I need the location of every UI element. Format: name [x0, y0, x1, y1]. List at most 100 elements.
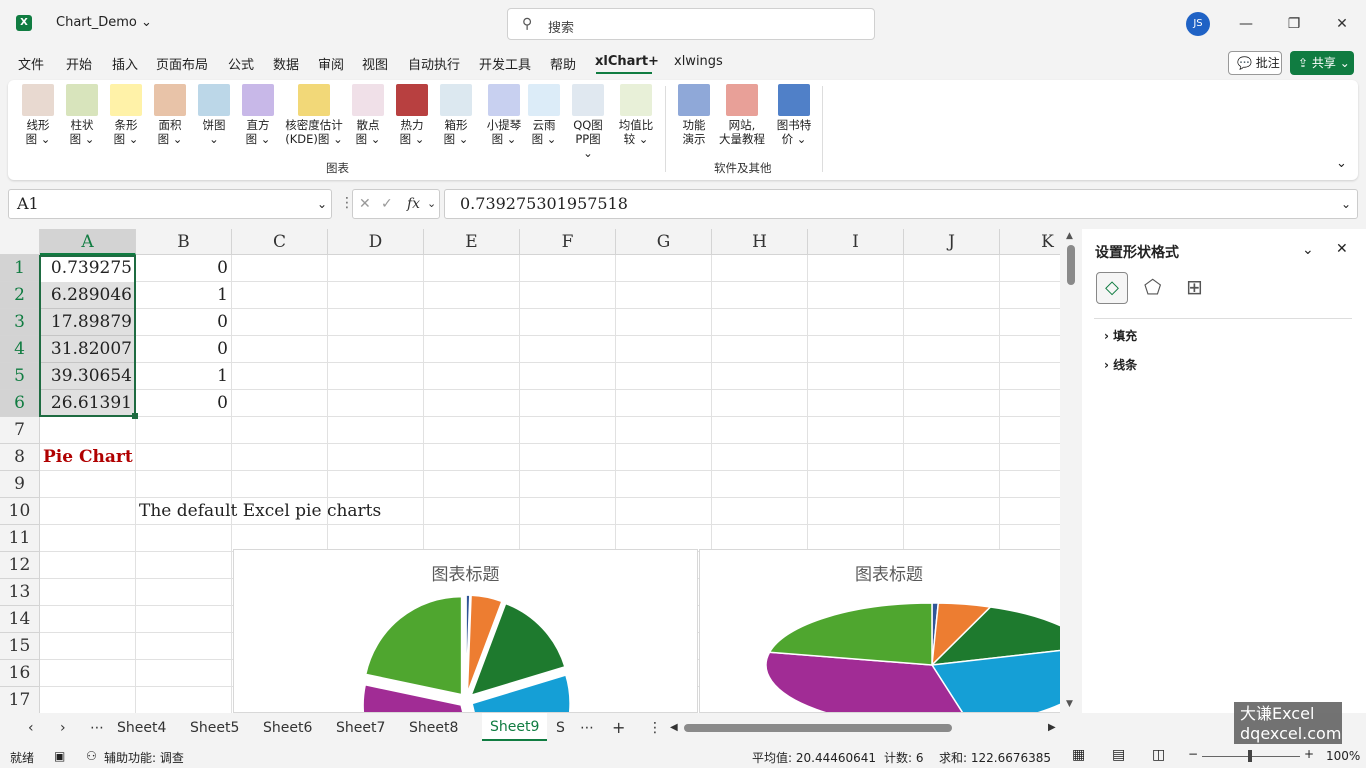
share-button[interactable]: ⇪ 共享 ⌄	[1290, 51, 1354, 75]
column-header-H[interactable]: H	[712, 229, 808, 255]
more-options-icon[interactable]: ⋮	[648, 720, 662, 736]
row-header-4[interactable]: 4	[0, 336, 40, 363]
tab-3[interactable]: 页面布局	[156, 54, 208, 73]
scroll-left-icon[interactable]: ◀	[670, 722, 678, 733]
pie-plot[interactable]	[234, 550, 698, 713]
ribbon-button-14[interactable]: 功能 演示	[676, 84, 712, 146]
select-all-corner[interactable]	[0, 229, 40, 255]
collapse-ribbon-icon[interactable]: ⌄	[1336, 156, 1347, 171]
cell-a6[interactable]: 26.61391	[40, 390, 136, 417]
cell-a8[interactable]: Pie Chart	[43, 444, 133, 471]
cell-b3[interactable]: 0	[136, 309, 232, 336]
ribbon-button-6[interactable]: 核密度估计 (KDE)图 ⌄	[284, 84, 344, 146]
chart-1[interactable]: 图表标题	[699, 549, 1060, 713]
tab-10[interactable]: 帮助	[550, 54, 576, 73]
cell-a2[interactable]: 6.289046	[40, 282, 136, 309]
scroll-down-icon[interactable]: ▼	[1066, 699, 1073, 709]
row-header-6[interactable]: 6	[0, 390, 40, 417]
line-section[interactable]: › 线条	[1104, 356, 1137, 373]
cell-a4[interactable]: 31.82007	[40, 336, 136, 363]
column-header-F[interactable]: F	[520, 229, 616, 255]
ribbon-button-7[interactable]: 散点图 ⌄	[350, 84, 386, 146]
row-header-17[interactable]: 17	[0, 687, 40, 713]
restore-button[interactable]: ❐	[1282, 12, 1306, 36]
page-layout-icon[interactable]: ▤	[1112, 747, 1125, 763]
row-header-15[interactable]: 15	[0, 633, 40, 660]
ribbon-button-12[interactable]: QQ图 PP图 ⌄	[570, 84, 606, 160]
size-properties-icon[interactable]: ⊞	[1186, 275, 1203, 299]
ribbon-button-15[interactable]: 网站, 大量教程	[716, 84, 768, 146]
normal-view-icon[interactable]: ▦	[1072, 747, 1085, 763]
page-break-icon[interactable]: ◫	[1152, 747, 1165, 763]
tab-9[interactable]: 开发工具	[479, 54, 531, 73]
cell-b4[interactable]: 0	[136, 336, 232, 363]
row-header-9[interactable]: 9	[0, 471, 40, 498]
column-header-E[interactable]: E	[424, 229, 520, 255]
ribbon-button-3[interactable]: 面积图 ⌄	[152, 84, 188, 146]
ribbon-button-8[interactable]: 热力图 ⌄	[394, 84, 430, 146]
zoom-slider-thumb[interactable]	[1248, 750, 1252, 762]
tab-1[interactable]: 开始	[66, 54, 92, 73]
pie-plot[interactable]	[700, 550, 1060, 713]
avatar[interactable]: JS	[1186, 12, 1210, 36]
column-header-I[interactable]: I	[808, 229, 904, 255]
row-header-11[interactable]: 11	[0, 525, 40, 552]
cell-b5[interactable]: 1	[136, 363, 232, 390]
fill-line-icon[interactable]: ◇	[1096, 272, 1128, 304]
scroll-right-icon[interactable]: ▶	[1048, 722, 1056, 733]
ribbon-button-10[interactable]: 小提琴图 ⌄	[482, 84, 526, 146]
row-header-14[interactable]: 14	[0, 606, 40, 633]
document-title[interactable]: Chart_Demo ⌄	[56, 15, 152, 30]
ribbon-button-4[interactable]: 饼图 ⌄	[196, 84, 232, 146]
chart-0[interactable]: 图表标题	[233, 549, 698, 713]
column-header-J[interactable]: J	[904, 229, 1000, 255]
sheet-tab-sheet4[interactable]: Sheet4	[117, 720, 166, 736]
tab-5[interactable]: 数据	[273, 54, 299, 73]
insert-function-button[interactable]: fx	[407, 190, 420, 218]
tab-11[interactable]: xlChart+	[595, 54, 659, 69]
close-window-button[interactable]: ✕	[1330, 12, 1354, 36]
enter-icon[interactable]: ✓	[381, 190, 393, 218]
row-header-13[interactable]: 13	[0, 579, 40, 606]
cell-b10[interactable]: The default Excel pie charts	[139, 498, 381, 525]
cell-b1[interactable]: 0	[136, 255, 232, 282]
cell-a3[interactable]: 17.89879	[40, 309, 136, 336]
tab-8[interactable]: 自动执行	[408, 54, 460, 73]
prev-sheet-icon[interactable]: ‹	[28, 720, 34, 736]
cell-b6[interactable]: 0	[136, 390, 232, 417]
row-header-10[interactable]: 10	[0, 498, 40, 525]
column-header-B[interactable]: B	[136, 229, 232, 255]
more-sheets-icon[interactable]: ⋯	[580, 720, 594, 736]
close-pane-icon[interactable]: ✕	[1336, 241, 1348, 257]
accessibility-status[interactable]: 辅助功能: 调查	[104, 749, 184, 766]
tab-7[interactable]: 视图	[362, 54, 388, 73]
sheet-tab-sheet6[interactable]: Sheet6	[263, 720, 312, 736]
search-box[interactable]: ⚲ 搜索	[507, 8, 875, 40]
cell-a5[interactable]: 39.30654	[40, 363, 136, 390]
zoom-out-icon[interactable]: −	[1188, 747, 1198, 761]
worksheet-grid[interactable]: A B C D E F G H I J K 1 2 3 4 5 6 7 8 9 10 11 12 13 14 15 16 17 0.73…	[0, 229, 1060, 713]
tab-0[interactable]: 文件	[18, 54, 44, 73]
ribbon-button-5[interactable]: 直方图 ⌄	[240, 84, 276, 146]
next-sheet-icon[interactable]: ›	[60, 720, 66, 736]
row-header-12[interactable]: 12	[0, 552, 40, 579]
horizontal-scroll-thumb[interactable]	[684, 724, 952, 732]
more-sheets-icon[interactable]: ⋯	[90, 720, 104, 736]
zoom-level[interactable]: 100%	[1326, 749, 1360, 763]
sheet-tab-s[interactable]: S	[556, 720, 565, 736]
row-header-16[interactable]: 16	[0, 660, 40, 687]
sheet-tab-sheet9[interactable]: Sheet9	[482, 713, 548, 741]
fill-section[interactable]: › 填充	[1104, 327, 1137, 344]
ribbon-button-16[interactable]: 图书特价 ⌄	[772, 84, 816, 146]
vertical-scroll-thumb[interactable]	[1067, 245, 1075, 285]
ribbon-button-1[interactable]: 柱状图 ⌄	[64, 84, 100, 146]
scroll-up-icon[interactable]: ▲	[1066, 231, 1073, 241]
vertical-scrollbar[interactable]: ▲ ▼	[1064, 229, 1078, 713]
sheet-tab-sheet7[interactable]: Sheet7	[336, 720, 385, 736]
column-header-A[interactable]: A	[40, 229, 136, 255]
row-header-7[interactable]: 7	[0, 417, 40, 444]
add-sheet-icon[interactable]: +	[612, 718, 625, 737]
formula-input[interactable]: 0.739275301957518 ⌄	[444, 189, 1358, 219]
cancel-icon[interactable]: ✕	[359, 190, 371, 218]
column-header-C[interactable]: C	[232, 229, 328, 255]
